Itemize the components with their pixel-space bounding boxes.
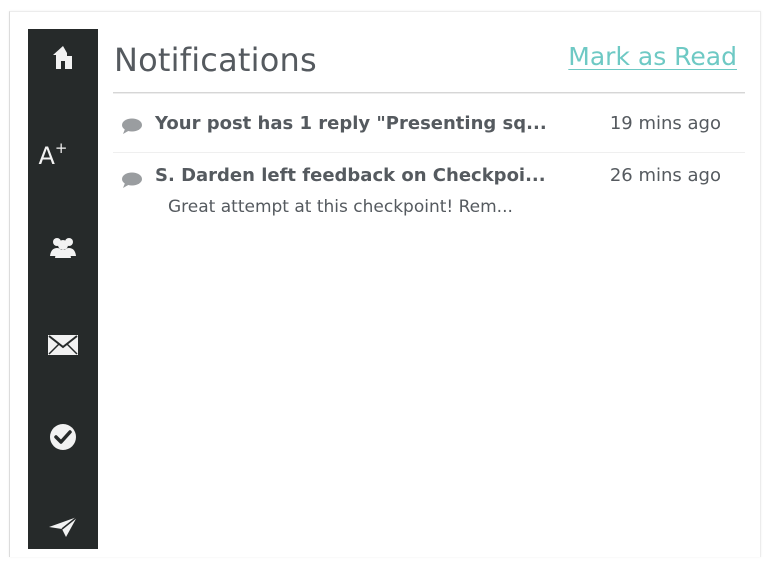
notification-text: S. Darden left feedback on Checkpoi... [155, 165, 546, 186]
notification-time: 26 mins ago [609, 165, 721, 186]
sidebar: A+ [28, 29, 126, 549]
send-icon [48, 516, 78, 538]
notification-time: 19 mins ago [609, 113, 721, 134]
mark-as-read-link[interactable]: Mark as Read [568, 42, 737, 71]
notification-item[interactable]: Your post has 1 reply "Presenting sq... … [113, 99, 745, 153]
grades-icon-letter: A [38, 142, 55, 170]
group-icon [46, 234, 80, 260]
sidebar-item-send[interactable] [28, 507, 98, 547]
grades-icon: A+ [39, 138, 68, 168]
sidebar-item-notifications[interactable] [28, 417, 98, 457]
sidebar-item-grades[interactable]: A+ [28, 129, 98, 169]
mail-icon [47, 334, 79, 356]
comment-icon [121, 118, 143, 138]
sidebar-item-groups[interactable] [28, 227, 98, 267]
sidebar-item-home[interactable] [28, 37, 98, 77]
comment-icon [121, 172, 143, 192]
sidebar-item-messages[interactable] [28, 325, 98, 365]
page-title: Notifications [114, 41, 317, 79]
notification-text: Your post has 1 reply "Presenting sq... [155, 113, 547, 134]
checkmark-icon [49, 423, 77, 451]
home-icon [51, 44, 75, 70]
header-divider [113, 92, 745, 94]
notification-subtext: Great attempt at this checkpoint! Rem... [168, 197, 513, 217]
active-indicator [108, 449, 126, 483]
grades-icon-plus: + [54, 139, 68, 157]
notification-item[interactable]: S. Darden left feedback on Checkpoi... 2… [113, 153, 745, 233]
